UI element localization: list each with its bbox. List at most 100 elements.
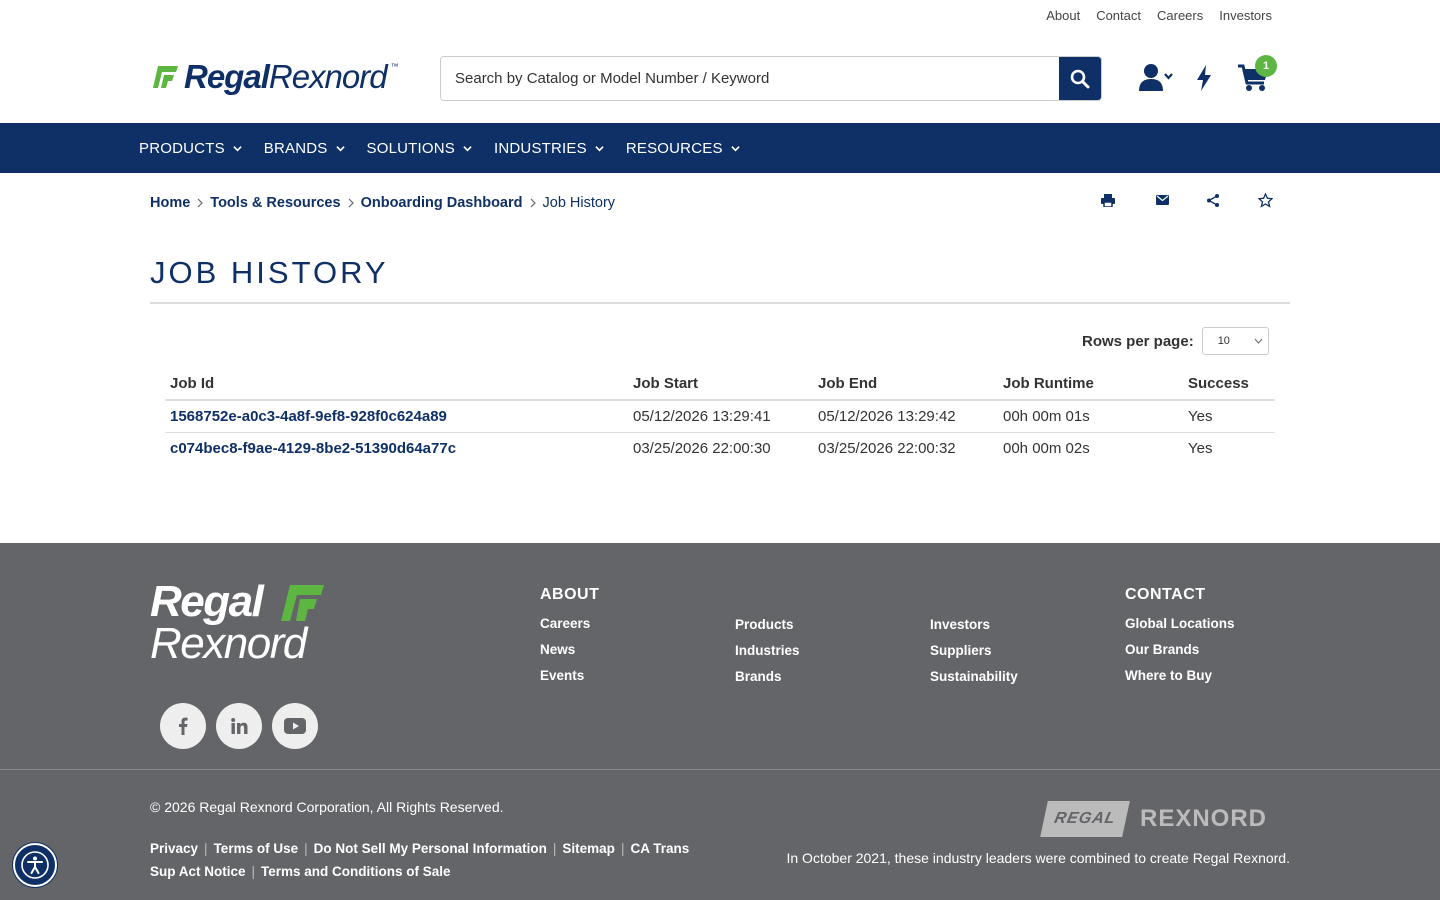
chevron-down-icon [1254, 338, 1263, 344]
accessibility-button[interactable] [13, 843, 57, 887]
facebook-button[interactable] [160, 703, 206, 749]
job-end-cell: 03/25/2026 22:00:32 [818, 440, 956, 457]
footer-contact-column: CONTACT Global Locations Our Brands Wher… [1125, 586, 1235, 694]
site-footer: Regal Rexnord ABOUT Careers News Events … [0, 543, 1440, 900]
footer-logo-line2: Rexnord [150, 619, 307, 668]
youtube-icon [284, 718, 306, 734]
logo-mark-icon [281, 585, 324, 621]
footer-contact-heading: CONTACT [1125, 586, 1206, 603]
chevron-right-icon [530, 198, 536, 208]
breadcrumb-home[interactable]: Home [150, 195, 190, 211]
job-id-link[interactable]: 1568752e-a0c3-4a8f-9ef8-928f0c624a89 [165, 400, 628, 433]
rows-per-page-label: Rows per page: [1082, 332, 1194, 350]
column-header-job-start[interactable]: Job Start [628, 367, 813, 401]
chevron-right-icon [348, 198, 354, 208]
utility-nav: About Contact Careers Investors [1046, 8, 1272, 23]
favorite-button[interactable] [1257, 192, 1273, 208]
footer-link-where-to-buy[interactable]: Where to Buy [1125, 668, 1235, 683]
utility-link-investors[interactable]: Investors [1219, 8, 1272, 23]
footer-link-brands[interactable]: Brands [735, 669, 800, 684]
star-outline-icon [1257, 192, 1273, 208]
header-actions: 1 [1138, 55, 1277, 94]
utility-link-careers[interactable]: Careers [1157, 8, 1203, 23]
envelope-icon [1155, 195, 1169, 205]
footer-logo[interactable]: Regal Rexnord [150, 580, 324, 668]
rows-per-page-select[interactable]: 10 [1201, 327, 1269, 355]
job-start-cell: 05/12/2026 13:29:41 [628, 400, 813, 433]
footer-about-heading: ABOUT [540, 586, 600, 603]
nav-resources[interactable]: RESOURCES [626, 140, 740, 157]
footer-link-news[interactable]: News [540, 642, 599, 657]
success-cell: Yes [1188, 440, 1213, 457]
linkedin-icon [230, 718, 247, 734]
utility-link-contact[interactable]: Contact [1096, 8, 1141, 23]
accessibility-icon [21, 851, 49, 879]
legal-link-do-not-sell[interactable]: Do Not Sell My Personal Information [314, 841, 547, 856]
nav-brands[interactable]: BRANDS [264, 140, 345, 157]
quick-order-button[interactable] [1192, 62, 1216, 94]
job-runtime-cell: 00h 00m 01s [998, 400, 1183, 433]
footer-link-products[interactable]: Products [735, 617, 800, 632]
merger-note: In October 2021, these industry leaders … [786, 850, 1290, 866]
footer-link-events[interactable]: Events [540, 668, 599, 683]
footer-link-our-brands[interactable]: Our Brands [1125, 642, 1235, 657]
site-logo[interactable]: RegalRexnord ™ [152, 58, 399, 96]
share-button[interactable] [1205, 192, 1221, 208]
print-button[interactable] [1100, 192, 1116, 208]
job-start-cell: 03/25/2026 22:00:30 [633, 440, 771, 457]
legal-link-privacy[interactable]: Privacy [150, 841, 198, 856]
footer-about-column: ABOUT Careers News Events [540, 586, 599, 694]
page-tools [1100, 192, 1273, 208]
nav-products[interactable]: PRODUCTS [139, 140, 242, 157]
column-header-job-end[interactable]: Job End [813, 367, 998, 401]
main-nav: PRODUCTS BRANDS SOLUTIONS INDUSTRIES RES… [0, 123, 1440, 173]
link-separator: | [251, 864, 256, 879]
chevron-down-icon [335, 145, 345, 151]
nav-industries[interactable]: INDUSTRIES [494, 140, 604, 157]
breadcrumb-current: Job History [542, 195, 616, 211]
breadcrumb-tools-resources[interactable]: Tools & Resources [210, 195, 340, 211]
footer-link-suppliers[interactable]: Suppliers [930, 643, 1018, 658]
search-input[interactable] [441, 57, 1059, 100]
column-header-job-runtime[interactable]: Job Runtime [998, 367, 1183, 401]
footer-divider [0, 769, 1440, 770]
utility-link-about[interactable]: About [1046, 8, 1080, 23]
rexnord-brand-logo: REXNORD [1140, 805, 1268, 832]
link-separator: | [552, 841, 557, 856]
chevron-down-icon [730, 145, 740, 151]
legal-link-sitemap[interactable]: Sitemap [562, 841, 615, 856]
legal-link-terms-conditions-sale[interactable]: Terms and Conditions of Sale [261, 864, 451, 879]
logo-trademark: ™ [390, 62, 399, 71]
column-header-job-id[interactable]: Job Id [165, 367, 628, 401]
rows-per-page: Rows per page: 10 [1082, 327, 1269, 355]
email-button[interactable] [1154, 192, 1170, 208]
table-header-row: Job Id Job Start Job End Job Runtime Suc… [165, 367, 1275, 401]
column-header-success[interactable]: Success [1183, 367, 1275, 401]
account-menu-button[interactable] [1138, 62, 1174, 94]
job-runtime-cell: 00h 00m 02s [1003, 440, 1090, 457]
linkedin-button[interactable] [216, 703, 262, 749]
search-bar [440, 56, 1102, 101]
search-button[interactable] [1059, 57, 1101, 100]
cart-button[interactable]: 1 [1236, 55, 1277, 94]
footer-link-global-locations[interactable]: Global Locations [1125, 616, 1235, 631]
user-icon [1139, 64, 1173, 91]
footer-link-sustainability[interactable]: Sustainability [930, 669, 1018, 684]
footer-link-careers[interactable]: Careers [540, 616, 599, 631]
legal-link-terms-of-use[interactable]: Terms of Use [214, 841, 299, 856]
footer-about-column-3: Investors Suppliers Sustainability [930, 617, 1018, 695]
legal-links: Privacy | Terms of Use | Do Not Sell My Pers… [150, 837, 710, 883]
chevron-right-icon [197, 198, 204, 208]
job-id-link[interactable]: c074bec8-f9ae-4129-8be2-51390d64a77c [165, 433, 628, 465]
nav-solutions[interactable]: SOLUTIONS [367, 140, 472, 157]
link-separator: | [204, 841, 208, 856]
job-end-cell: 05/12/2026 13:29:42 [813, 400, 998, 433]
social-links [160, 703, 318, 749]
footer-link-investors[interactable]: Investors [930, 617, 1018, 632]
logo-text: RegalRexnord [184, 58, 388, 95]
youtube-button[interactable] [272, 703, 318, 749]
breadcrumb-onboarding-dashboard[interactable]: Onboarding Dashboard [361, 195, 523, 211]
print-icon [1101, 193, 1115, 207]
footer-link-industries[interactable]: Industries [735, 643, 800, 658]
job-history-table: Job Id Job Start Job End Job Runtime Suc… [165, 367, 1275, 464]
